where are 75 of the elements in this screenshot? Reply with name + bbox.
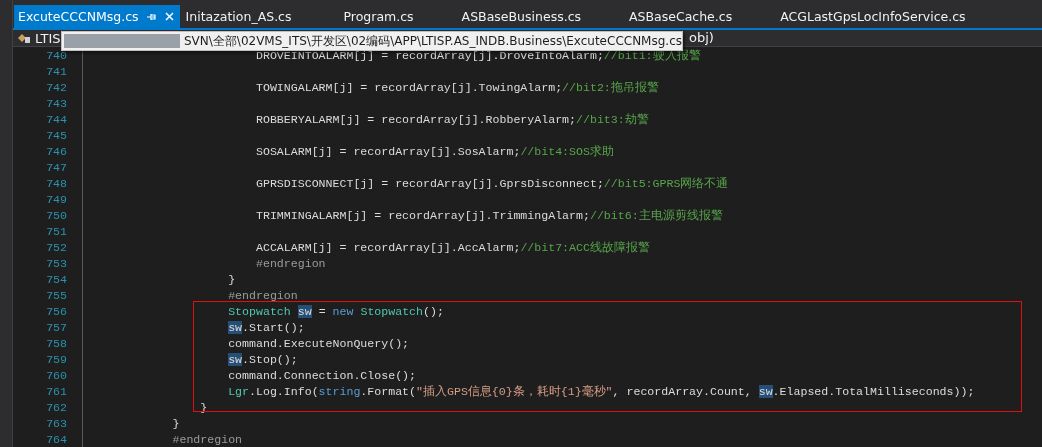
code-text: }	[228, 272, 236, 286]
line-number: 753	[45, 256, 67, 270]
keyword: new	[332, 304, 354, 318]
code-text: ROBBERYALARM[j] = recordArray[j].RobberyAlarm;	[256, 112, 577, 126]
code-text: TRIMMINGALARM[j] = recordArray[j].TrimmingAlarm;	[256, 208, 590, 222]
code-text: .Elapsed.TotalMilliseconds));	[772, 384, 975, 398]
code-text: ACCALARM[j] = recordArray[j].AccAlarm;	[256, 240, 521, 254]
line-number: 743	[45, 96, 67, 110]
type-name: Stopwatch	[228, 304, 291, 318]
close-icon[interactable]	[164, 12, 174, 22]
line-number: 754	[45, 272, 67, 286]
highlighted-reference: sw	[758, 384, 773, 398]
code-comment: //bit3:劫警	[576, 112, 649, 126]
code-text: .Format(	[360, 384, 417, 398]
line-number: 748	[45, 176, 67, 190]
line-number: 746	[45, 144, 67, 158]
code-text: .Start();	[242, 320, 305, 334]
line-number: 763	[45, 416, 67, 430]
code-comment: //bit6:主电源剪线报警	[589, 208, 723, 222]
file-tab[interactable]: ACGLastGpsLocInfoService.cs	[776, 5, 970, 29]
file-path: SVN\全部\02VMS_ITS\开发区\02编码\APP\LTISP.AS_INDB.Business\ExcuteCCCNMsg.cs	[184, 32, 682, 48]
type-name: Lgr	[228, 384, 250, 398]
highlighted-reference: sw	[228, 352, 243, 366]
highlighted-reference: sw	[297, 304, 312, 318]
code-text: , recordArray.Count,	[612, 384, 752, 398]
code-text: command.Connection.Close();	[228, 368, 416, 382]
preprocessor-directive: #endregion	[256, 256, 326, 270]
code-comment: //bit4:SOS求助	[520, 144, 614, 158]
line-number: 759	[45, 352, 67, 366]
file-tab[interactable]: ASBaseCache.cs	[625, 5, 737, 29]
line-number: 752	[45, 240, 67, 254]
line-number: 761	[45, 384, 67, 398]
line-number: 755	[45, 288, 67, 302]
code-text: DROVEINTOALARM[j] = recordArray[j].DroveIntoAlarm;	[256, 48, 604, 62]
code-text: TOWINGALARM[j] = recordArray[j].TowingAlarm;	[256, 80, 563, 94]
file-tab[interactable]: ASBaseBusiness.cs	[457, 5, 585, 29]
code-comment: //bit2:拖吊报警	[562, 80, 659, 94]
line-number: 758	[45, 336, 67, 350]
code-text: command.ExecuteNonQuery();	[228, 336, 410, 350]
line-number: 756	[45, 304, 67, 318]
line-number: 750	[45, 208, 67, 222]
project-dropdown[interactable]: LTIS	[35, 30, 61, 46]
line-number: 745	[45, 128, 67, 142]
preprocessor-directive: #endregion	[172, 432, 243, 446]
member-dropdown[interactable]: obj)	[689, 30, 714, 46]
line-number: 757	[45, 320, 67, 334]
code-text: .Log.Info(	[249, 384, 319, 398]
line-number: 747	[45, 160, 67, 174]
pin-icon[interactable]	[146, 12, 157, 21]
line-number: 760	[45, 368, 67, 382]
line-number: 749	[45, 192, 67, 206]
code-comment: //bit7:ACC线故障报警	[520, 240, 650, 254]
code-text: GPRSDISCONNECT[j] = recordArray[j].GprsDisconnect;	[256, 176, 604, 190]
line-number: 740	[45, 48, 67, 62]
line-number: 762	[45, 400, 67, 414]
line-number: 751	[45, 224, 67, 238]
line-number: 744	[45, 112, 67, 126]
code-text: =	[318, 304, 326, 318]
string-literal: "插入GPS信息{0}条，耗时{1}毫秒"	[416, 384, 613, 398]
highlighted-reference: sw	[228, 320, 243, 334]
file-tab[interactable]: ExcuteCCCNMsg.cs	[14, 5, 180, 29]
class-icon	[17, 32, 31, 45]
line-number: 742	[45, 80, 67, 94]
line-number: 764	[45, 432, 67, 446]
code-comment: //bit5:GPRS网络不通	[603, 176, 729, 190]
type-name: Stopwatch	[360, 304, 424, 318]
code-text: }	[172, 416, 180, 430]
code-text: ();	[423, 304, 444, 318]
keyword: string	[318, 384, 361, 398]
preprocessor-directive: #endregion	[228, 288, 298, 302]
file-tab[interactable]: Program.cs	[339, 5, 418, 29]
file-tab[interactable]: Initazation_AS.cs	[181, 5, 296, 29]
line-number: 741	[45, 64, 67, 78]
code-text: SOSALARM[j] = recordArray[j].SosAlarm;	[256, 144, 521, 158]
code-text: .Stop();	[242, 352, 298, 366]
